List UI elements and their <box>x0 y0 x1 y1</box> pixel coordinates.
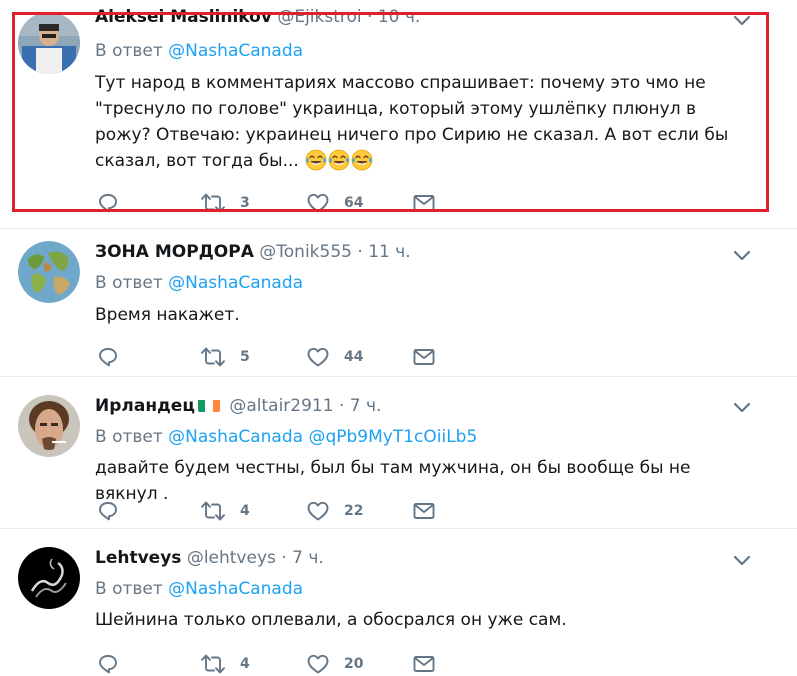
reply-button[interactable] <box>96 191 120 215</box>
reply-prefix: В ответ <box>95 273 163 293</box>
envelope-icon <box>412 499 436 523</box>
timestamp[interactable]: 7 ч. <box>350 396 382 416</box>
tweet[interactable]: ЗОНА МОРДОРА @Tonik555 · 11 ч. В ответ @… <box>0 228 797 377</box>
retweet-count: 4 <box>240 656 250 672</box>
mention-link[interactable]: @NashaCanada <box>168 273 303 293</box>
like-button[interactable]: 44 <box>306 345 363 369</box>
separator-dot: · <box>281 548 287 568</box>
heart-icon <box>306 345 330 369</box>
envelope-icon <box>412 191 436 215</box>
heart-icon <box>306 499 330 523</box>
tweet-actions: 4 22 <box>0 499 797 523</box>
user-handle[interactable]: @lehtveys <box>187 548 276 568</box>
tweet-actions: 3 64 <box>0 191 797 215</box>
reply-icon <box>96 191 120 215</box>
like-count: 20 <box>344 656 364 672</box>
display-name[interactable]: Lehtveys <box>95 548 181 568</box>
retweet-count: 3 <box>240 195 250 211</box>
direct-message-button[interactable] <box>412 345 436 369</box>
like-count: 64 <box>344 195 364 211</box>
tweet-header: Ирландец @altair2911 · 7 ч. <box>95 395 381 417</box>
separator-dot: · <box>367 7 373 27</box>
retweet-count: 4 <box>240 503 250 519</box>
tweet-header: Lehtveys @lehtveys · 7 ч. <box>95 547 324 569</box>
direct-message-button[interactable] <box>412 499 436 523</box>
like-button[interactable]: 22 <box>306 499 363 523</box>
tweet[interactable]: Aleksei Maslinikov @Ejikstroi · 10 ч. В … <box>0 0 797 222</box>
chevron-down-icon[interactable] <box>732 554 752 568</box>
retweet-icon <box>200 191 226 215</box>
reply-prefix: В ответ <box>95 41 163 61</box>
mention-link[interactable]: @NashaCanada <box>168 41 303 61</box>
chevron-down-icon[interactable] <box>732 401 752 415</box>
retweet-count: 5 <box>240 349 250 365</box>
reply-context: В ответ @NashaCanada <box>95 40 303 62</box>
tweet-header: ЗОНА МОРДОРА @Tonik555 · 11 ч. <box>95 241 411 263</box>
envelope-icon <box>412 345 436 369</box>
retweet-icon <box>200 499 226 523</box>
reply-prefix: В ответ <box>95 427 163 447</box>
reply-button[interactable] <box>96 345 120 369</box>
reply-prefix: В ответ <box>95 579 163 599</box>
avatar[interactable] <box>18 241 80 303</box>
like-button[interactable]: 20 <box>306 652 363 676</box>
reply-icon <box>96 499 120 523</box>
retweet-button[interactable]: 3 <box>200 191 250 215</box>
mention-link[interactable]: @NashaCanada <box>168 427 303 447</box>
tweet-header: Aleksei Maslinikov @Ejikstroi · 10 ч. <box>95 6 420 28</box>
display-name[interactable]: Ирландец <box>95 396 195 416</box>
heart-icon <box>306 652 330 676</box>
retweet-button[interactable]: 4 <box>200 652 250 676</box>
reply-icon <box>96 345 120 369</box>
mention-link[interactable]: @qPb9MyT1cOiiLb5 <box>308 427 477 447</box>
direct-message-button[interactable] <box>412 191 436 215</box>
mention-link[interactable]: @NashaCanada <box>168 579 303 599</box>
user-handle[interactable]: @altair2911 <box>229 396 333 416</box>
display-name[interactable]: ЗОНА МОРДОРА <box>95 242 254 262</box>
heart-icon <box>306 191 330 215</box>
reply-context: В ответ @NashaCanada <box>95 578 303 600</box>
reply-button[interactable] <box>96 652 120 676</box>
tweet-text: Шейнина только оплевали, а обосрался он … <box>95 610 567 630</box>
tweet-actions: 4 20 <box>0 652 797 676</box>
separator-dot: · <box>357 242 363 262</box>
envelope-icon <box>412 652 436 676</box>
tweet-text: Время накажет. <box>95 305 240 325</box>
retweet-icon <box>200 345 226 369</box>
retweet-button[interactable]: 4 <box>200 499 250 523</box>
retweet-button[interactable]: 5 <box>200 345 250 369</box>
chevron-down-icon[interactable] <box>732 14 752 28</box>
avatar[interactable] <box>18 12 80 74</box>
chevron-down-icon[interactable] <box>732 249 752 263</box>
like-button[interactable]: 64 <box>306 191 363 215</box>
reply-context: В ответ @NashaCanada <box>95 272 303 294</box>
avatar[interactable] <box>18 395 80 457</box>
separator-dot: · <box>338 396 345 416</box>
reply-button[interactable] <box>96 499 120 523</box>
tweet-text-body: Тут народ в комментариях массово спрашив… <box>95 73 729 171</box>
timestamp[interactable]: 10 ч. <box>378 7 420 27</box>
joy-emoji-icon <box>305 149 327 171</box>
timestamp[interactable]: 7 ч. <box>292 548 324 568</box>
joy-emoji-icon <box>328 149 350 171</box>
reply-context: В ответ @NashaCanada @qPb9MyT1cOiiLb5 <box>95 426 477 448</box>
like-count: 44 <box>344 349 364 365</box>
timestamp[interactable]: 11 ч. <box>368 242 410 262</box>
reply-icon <box>96 652 120 676</box>
retweet-icon <box>200 652 226 676</box>
user-handle[interactable]: @Ejikstroi <box>277 7 361 27</box>
display-name[interactable]: Aleksei Maslinikov <box>95 7 272 27</box>
avatar[interactable] <box>18 547 80 609</box>
tweet[interactable]: Ирландец @altair2911 · 7 ч. В ответ @Nas… <box>0 376 797 529</box>
user-handle[interactable]: @Tonik555 <box>259 242 352 262</box>
tweet[interactable]: Lehtveys @lehtveys · 7 ч. В ответ @Nasha… <box>0 528 797 676</box>
joy-emoji-icon <box>351 149 373 171</box>
tweet-actions: 5 44 <box>0 345 797 369</box>
direct-message-button[interactable] <box>412 652 436 676</box>
tweet-text: Тут народ в комментариях массово спрашив… <box>95 70 745 174</box>
like-count: 22 <box>344 503 364 519</box>
ireland-flag-icon <box>197 398 220 412</box>
